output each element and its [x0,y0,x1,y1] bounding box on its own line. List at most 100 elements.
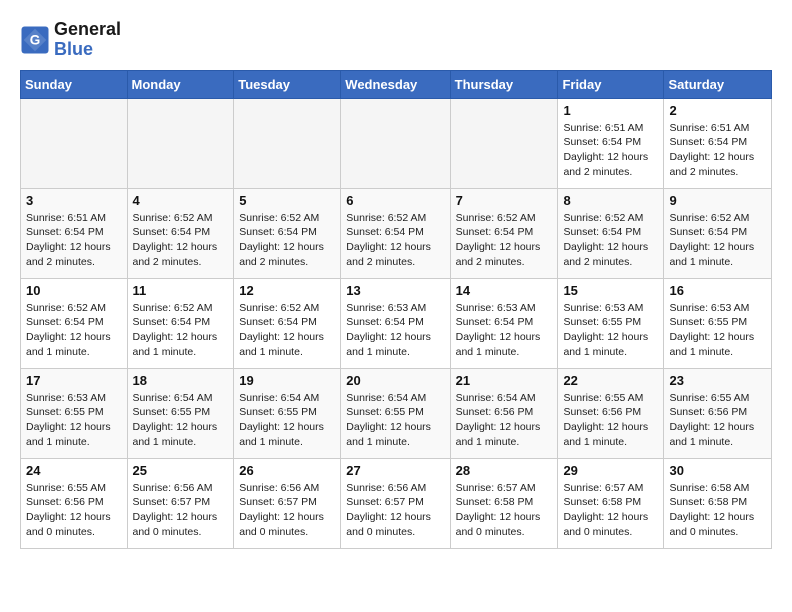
day-of-week-header: Thursday [450,70,558,98]
calendar-day-cell: 15 Sunrise: 6:53 AMSunset: 6:55 PMDayligh… [558,278,664,368]
calendar-day-cell: 25 Sunrise: 6:56 AMSunset: 6:57 PMDayligh… [127,458,234,548]
day-detail: Sunrise: 6:54 AMSunset: 6:55 PMDaylight:… [239,391,335,450]
calendar-day-cell: 24Sunrise: 6:55 AMSunset: 6:56 PMDayligh… [21,458,128,548]
calendar-week-row: 1 Sunrise: 6:51 AMSunset: 6:54 PMDaylight… [21,98,772,188]
calendar-day-cell: 1Sunrise: 6:51 AMSunset: 6:54 PMDaylight… [558,98,664,188]
day-number: 12 [239,283,335,298]
day-of-week-header: Monday [127,70,234,98]
calendar-day-cell: 22 Sunrise: 6:55 AMSunset: 6:56 PMDayligh… [558,368,664,458]
day-number: 19 [239,373,335,388]
day-number: 18 [133,373,229,388]
calendar-day-cell: 9 Sunrise: 6:52 AMSunset: 6:54 PMDaylight… [664,188,772,278]
day-detail: Sunrise: 6:51 AMSunset: 6:54 PMDaylight:… [26,211,122,270]
calendar-day-cell: 29 Sunrise: 6:57 AMSunset: 6:58 PMDayligh… [558,458,664,548]
day-number: 16 [669,283,766,298]
day-number: 9 [669,193,766,208]
calendar-day-cell: 5Sunrise: 6:52 AMSunset: 6:54 PMDaylight… [234,188,341,278]
day-detail: Sunrise: 6:52 AMSunset: 6:54 PMDaylight:… [133,301,229,360]
day-number: 15 [563,283,658,298]
calendar-day-cell [341,98,450,188]
day-detail: Sunrise: 6:55 AMSunset: 6:56 PMDaylight:… [563,391,658,450]
day-detail: Sunrise: 6:54 AMSunset: 6:56 PMDaylight:… [456,391,553,450]
day-detail: Sunrise: 6:57 AMSunset: 6:58 PMDaylight:… [563,481,658,540]
day-detail: Sunrise: 6:52 AMSunset: 6:54 PMDaylight:… [456,211,553,270]
day-detail: Sunrise: 6:52 AMSunset: 6:54 PMDaylight:… [239,301,335,360]
day-number: 11 [133,283,229,298]
day-number: 6 [346,193,444,208]
day-number: 20 [346,373,444,388]
calendar-day-cell: 26 Sunrise: 6:56 AMSunset: 6:57 PMDayligh… [234,458,341,548]
day-number: 25 [133,463,229,478]
calendar-day-cell: 13Sunrise: 6:53 AMSunset: 6:54 PMDayligh… [341,278,450,368]
day-detail: Sunrise: 6:56 AMSunset: 6:57 PMDaylight:… [239,481,335,540]
day-of-week-header: Tuesday [234,70,341,98]
day-number: 5 [239,193,335,208]
calendar-day-cell: 23 Sunrise: 6:55 AMSunset: 6:56 PMDayligh… [664,368,772,458]
svg-text:G: G [30,32,41,47]
day-detail: Sunrise: 6:51 AMSunset: 6:54 PMDaylight:… [669,121,766,180]
calendar-day-cell: 28 Sunrise: 6:57 AMSunset: 6:58 PMDayligh… [450,458,558,548]
calendar-table: SundayMondayTuesdayWednesdayThursdayFrid… [20,70,772,549]
day-detail: Sunrise: 6:54 AMSunset: 6:55 PMDaylight:… [346,391,444,450]
day-number: 27 [346,463,444,478]
calendar-day-cell [234,98,341,188]
day-number: 3 [26,193,122,208]
calendar-day-cell: 30 Sunrise: 6:58 AMSunset: 6:58 PMDayligh… [664,458,772,548]
day-number: 23 [669,373,766,388]
day-of-week-header: Friday [558,70,664,98]
calendar-day-cell: 17Sunrise: 6:53 AMSunset: 6:55 PMDayligh… [21,368,128,458]
day-detail: Sunrise: 6:53 AMSunset: 6:55 PMDaylight:… [563,301,658,360]
day-number: 2 [669,103,766,118]
calendar-day-cell: 2 Sunrise: 6:51 AMSunset: 6:54 PMDaylight… [664,98,772,188]
day-detail: Sunrise: 6:55 AMSunset: 6:56 PMDaylight:… [669,391,766,450]
calendar-day-cell [21,98,128,188]
logo: G General Blue [20,20,121,60]
day-number: 7 [456,193,553,208]
day-number: 13 [346,283,444,298]
day-detail: Sunrise: 6:56 AMSunset: 6:57 PMDaylight:… [346,481,444,540]
calendar-day-cell: 7 Sunrise: 6:52 AMSunset: 6:54 PMDaylight… [450,188,558,278]
day-number: 1 [563,103,658,118]
day-number: 22 [563,373,658,388]
calendar-week-row: 10Sunrise: 6:52 AMSunset: 6:54 PMDayligh… [21,278,772,368]
day-detail: Sunrise: 6:58 AMSunset: 6:58 PMDaylight:… [669,481,766,540]
day-detail: Sunrise: 6:53 AMSunset: 6:55 PMDaylight:… [669,301,766,360]
day-of-week-header: Saturday [664,70,772,98]
day-number: 24 [26,463,122,478]
day-detail: Sunrise: 6:52 AMSunset: 6:54 PMDaylight:… [26,301,122,360]
calendar-day-cell: 6Sunrise: 6:52 AMSunset: 6:54 PMDaylight… [341,188,450,278]
calendar-day-cell: 16 Sunrise: 6:53 AMSunset: 6:55 PMDayligh… [664,278,772,368]
day-of-week-header: Sunday [21,70,128,98]
day-number: 28 [456,463,553,478]
day-number: 26 [239,463,335,478]
calendar-header-row: SundayMondayTuesdayWednesdayThursdayFrid… [21,70,772,98]
logo-blue: Blue [54,39,93,59]
calendar-day-cell: 11 Sunrise: 6:52 AMSunset: 6:54 PMDayligh… [127,278,234,368]
day-number: 30 [669,463,766,478]
day-number: 17 [26,373,122,388]
calendar-day-cell: 18 Sunrise: 6:54 AMSunset: 6:55 PMDayligh… [127,368,234,458]
logo-icon: G [20,25,50,55]
day-detail: Sunrise: 6:53 AMSunset: 6:54 PMDaylight:… [456,301,553,360]
logo-general: General [54,19,121,39]
calendar-day-cell: 3 Sunrise: 6:51 AMSunset: 6:54 PMDaylight… [21,188,128,278]
day-number: 14 [456,283,553,298]
calendar-day-cell: 12 Sunrise: 6:52 AMSunset: 6:54 PMDayligh… [234,278,341,368]
day-detail: Sunrise: 6:52 AMSunset: 6:54 PMDaylight:… [563,211,658,270]
day-detail: Sunrise: 6:56 AMSunset: 6:57 PMDaylight:… [133,481,229,540]
calendar-day-cell: 10Sunrise: 6:52 AMSunset: 6:54 PMDayligh… [21,278,128,368]
calendar-day-cell [127,98,234,188]
day-number: 29 [563,463,658,478]
calendar-day-cell: 21Sunrise: 6:54 AMSunset: 6:56 PMDayligh… [450,368,558,458]
calendar-day-cell: 19 Sunrise: 6:54 AMSunset: 6:55 PMDayligh… [234,368,341,458]
day-detail: Sunrise: 6:57 AMSunset: 6:58 PMDaylight:… [456,481,553,540]
calendar-day-cell [450,98,558,188]
calendar-week-row: 24Sunrise: 6:55 AMSunset: 6:56 PMDayligh… [21,458,772,548]
calendar-day-cell: 8 Sunrise: 6:52 AMSunset: 6:54 PMDaylight… [558,188,664,278]
day-detail: Sunrise: 6:52 AMSunset: 6:54 PMDaylight:… [133,211,229,270]
calendar-day-cell: 27 Sunrise: 6:56 AMSunset: 6:57 PMDayligh… [341,458,450,548]
day-number: 8 [563,193,658,208]
day-detail: Sunrise: 6:52 AMSunset: 6:54 PMDaylight:… [669,211,766,270]
day-detail: Sunrise: 6:54 AMSunset: 6:55 PMDaylight:… [133,391,229,450]
calendar-day-cell: 14 Sunrise: 6:53 AMSunset: 6:54 PMDayligh… [450,278,558,368]
